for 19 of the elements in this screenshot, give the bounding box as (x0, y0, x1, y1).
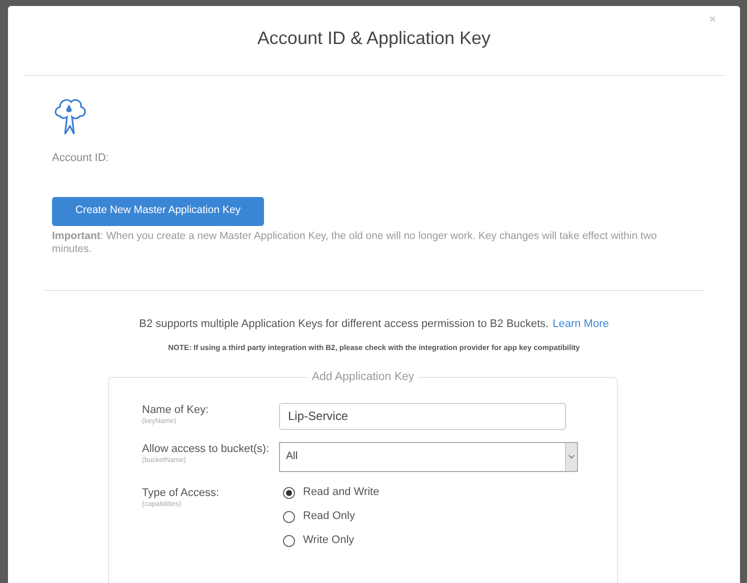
learn-more-link[interactable]: Learn More (552, 316, 609, 332)
radio-button[interactable] (283, 510, 295, 522)
panel-legend: Add Application Key (308, 369, 418, 386)
key-name-field[interactable]: Lip-Service (279, 402, 566, 430)
radio-button[interactable] (283, 486, 295, 498)
dialog-title: Account ID & Application Key (257, 27, 491, 50)
radio-button[interactable] (283, 534, 295, 546)
info-text: B2 supports multiple Application Keys for different access permission to B2 Buckets. (139, 316, 549, 332)
create-master-key-button[interactable]: Create New Master Application Key (52, 196, 264, 226)
field-label: Type of Access: (142, 486, 220, 500)
radio-option[interactable]: Read and Write (283, 480, 380, 504)
radio-option[interactable]: Write Only (283, 528, 380, 552)
field-label: Name of Key: (142, 402, 210, 416)
chevron-down-icon (565, 442, 577, 470)
radio-option[interactable]: Read Only (283, 504, 380, 528)
account-id-label: Account ID: (52, 151, 110, 166)
field-label: Allow access to bucket(s): (142, 442, 270, 456)
bucket-dropdown[interactable]: All (279, 442, 578, 472)
important-notice: Important: When you create a new Master Application Key, the old one will no longer work. Key changes will take effect within two minutes. (52, 230, 658, 256)
